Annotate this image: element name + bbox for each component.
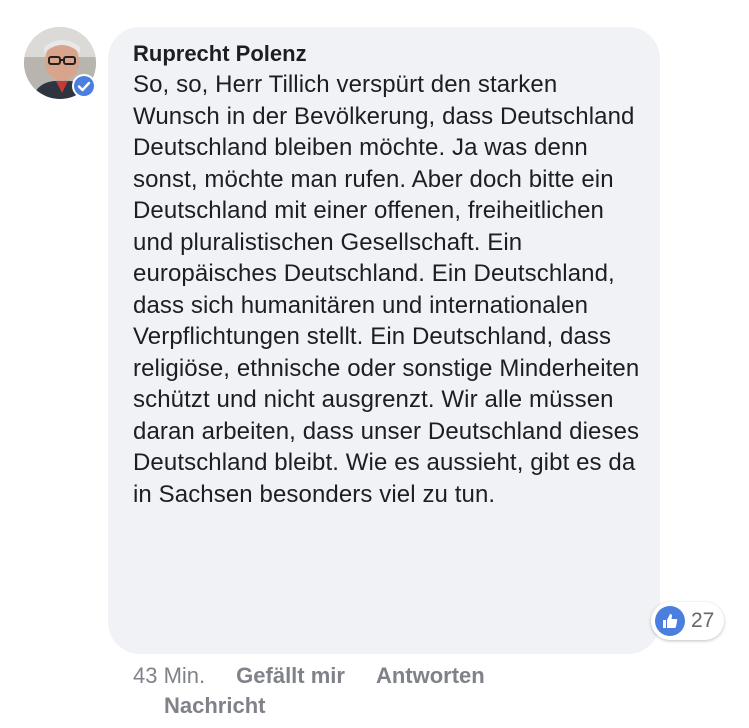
reaction-count: 27 <box>691 609 715 632</box>
comment-actions: 43 Min. Gefällt mir Antworten Nachricht <box>133 661 633 721</box>
comment-text: So, so, Herr Tillich verspürt den starke… <box>133 71 640 508</box>
like-button[interactable]: Gefällt mir <box>236 663 345 688</box>
comment-timestamp[interactable]: 43 Min. <box>133 663 205 688</box>
comment-bubble: Ruprecht Polenz So, so, Herr Tillich ver… <box>108 27 660 654</box>
reply-button[interactable]: Antworten <box>376 663 485 688</box>
verified-badge-icon <box>72 74 96 98</box>
message-button[interactable]: Nachricht <box>164 693 265 718</box>
like-icon <box>655 606 685 636</box>
comment-thread: Ruprecht Polenz So, so, Herr Tillich ver… <box>0 0 749 728</box>
comment-author-name[interactable]: Ruprecht Polenz <box>133 41 640 67</box>
reactions-summary[interactable]: 27 <box>651 602 725 640</box>
